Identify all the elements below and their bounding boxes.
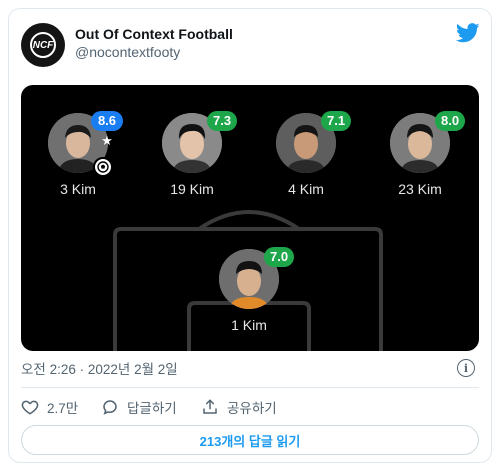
like-count: 2.7만 <box>47 401 79 416</box>
player-card[interactable]: 7.0 1 Kim <box>204 247 295 333</box>
player-label: 1 Kim <box>231 317 267 333</box>
info-icon[interactable]: i <box>457 359 475 377</box>
player-card[interactable]: 8.0 23 Kim <box>375 111 466 197</box>
share-label: 공유하기 <box>227 401 277 416</box>
rating-badge: 8.6 ★ <box>91 111 123 148</box>
divider <box>21 387 479 388</box>
reply-button[interactable]: 답글하기 <box>101 397 177 417</box>
player-label: 3 Kim <box>60 181 96 197</box>
share-icon <box>203 399 217 414</box>
player-card[interactable]: 7.3 19 Kim <box>147 111 238 197</box>
player-label: 19 Kim <box>170 181 214 197</box>
account-name[interactable]: Out Of Context Football <box>75 26 233 42</box>
reply-label: 답글하기 <box>127 401 177 416</box>
reply-icon <box>103 400 117 415</box>
rating-badge: 7.3 <box>207 111 238 131</box>
player-label: 4 Kim <box>288 181 324 197</box>
player-card[interactable]: 7.1 4 Kim <box>261 111 352 197</box>
twitter-bird-icon[interactable] <box>456 23 480 43</box>
rating-badge: 8.0 <box>435 111 466 131</box>
avatar-logo: NCF <box>30 32 56 58</box>
heart-icon <box>21 400 39 415</box>
read-replies-button[interactable]: 213개의 답글 읽기 <box>21 425 479 455</box>
tweet-timestamp[interactable]: 오전 2:26 · 2022년 2월 2일 <box>21 358 178 378</box>
player-card[interactable]: 8.6 ★ 3 Kim <box>33 111 123 197</box>
goal-ball-icon <box>93 157 113 177</box>
account-handle[interactable]: @nocontextfooty <box>75 44 180 60</box>
player-label: 23 Kim <box>398 181 442 197</box>
like-button[interactable]: 2.7만 <box>21 397 78 417</box>
rating-badge: 7.1 <box>321 111 352 131</box>
lineup-image[interactable]: 8.6 ★ 3 Kim 7.3 19 Kim 7.1 4 Kim 8.0 23 … <box>21 85 479 351</box>
tweet-card: NCF Out Of Context Football @nocontextfo… <box>8 8 492 463</box>
avatar-logo-text: NCF <box>32 39 54 51</box>
share-button[interactable]: 공유하기 <box>201 397 277 417</box>
account-avatar[interactable]: NCF <box>21 23 65 67</box>
rating-badge: 7.0 <box>264 247 295 267</box>
